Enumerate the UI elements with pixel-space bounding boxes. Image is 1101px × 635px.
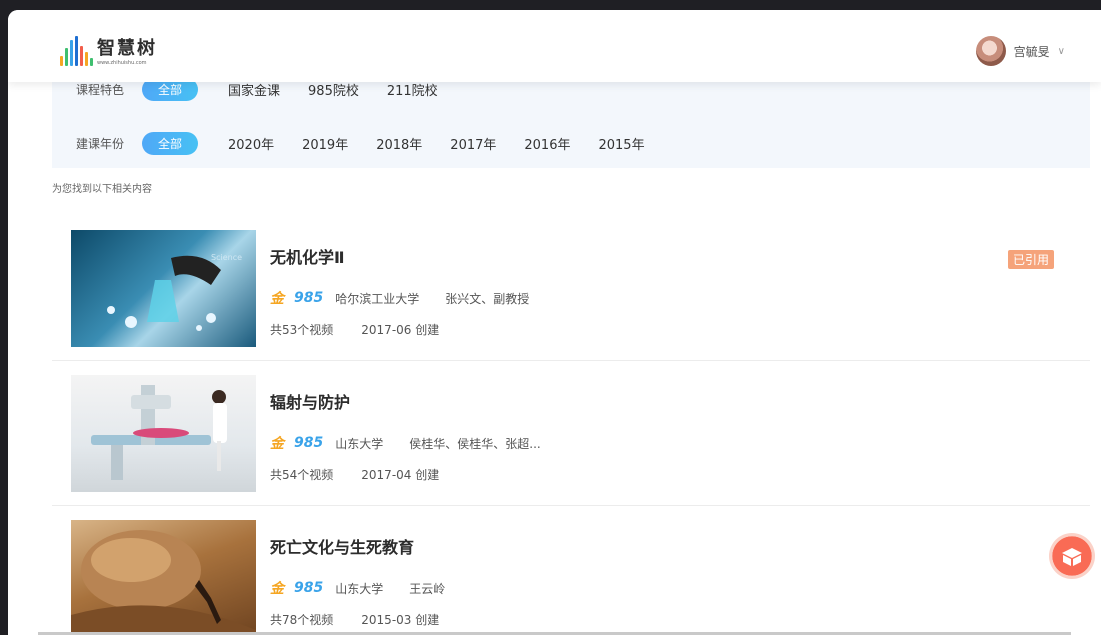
course-title[interactable]: 死亡文化与生死教育 bbox=[270, 534, 414, 558]
teacher-names: 侯桂华、侯桂华、张超... bbox=[409, 436, 541, 451]
course-stats: 共53个视频 2017-06 创建 bbox=[270, 321, 439, 338]
filter-option[interactable]: 2019年 bbox=[302, 134, 348, 153]
cited-badge: 已引用 bbox=[1007, 250, 1054, 269]
filter-option[interactable]: 985院校 bbox=[308, 80, 359, 99]
school-name: 山东大学 bbox=[335, 581, 384, 596]
985-badge: 985 bbox=[294, 435, 324, 451]
course-item[interactable]: 辐射与防护 金 985 山东大学 侯桂华、侯桂华、张超... 共54个视频 20… bbox=[52, 360, 1090, 506]
user-menu[interactable]: 宫毓旻 ∨ bbox=[975, 36, 1065, 66]
filter-all-button[interactable]: 全部 bbox=[142, 132, 199, 155]
filter-option[interactable]: 2015年 bbox=[598, 134, 644, 153]
filter-option[interactable]: 211院校 bbox=[387, 80, 438, 99]
svg-text:Science: Science bbox=[211, 253, 242, 262]
video-count: 共53个视频 bbox=[270, 323, 334, 337]
school-name: 哈尔滨工业大学 bbox=[335, 291, 420, 306]
gold-course-icon: 金 bbox=[270, 436, 284, 452]
course-title[interactable]: 辐射与防护 bbox=[270, 389, 350, 413]
gold-course-icon: 金 bbox=[270, 291, 284, 307]
video-count: 共54个视频 bbox=[270, 468, 334, 482]
course-title[interactable]: 无机化学Ⅱ bbox=[270, 244, 345, 268]
filter-option[interactable]: 2018年 bbox=[376, 134, 422, 153]
course-thumbnail[interactable] bbox=[71, 520, 256, 635]
course-meta: 金 985 山东大学 王云岭 bbox=[270, 578, 445, 598]
course-stats: 共54个视频 2017-04 创建 bbox=[270, 466, 439, 483]
browser-frame: 智慧树 www.zhihuishu.com 宫毓旻 ∨ 课程特色 全部 国家金课… bbox=[8, 10, 1101, 635]
created-date: 2015-03 创建 bbox=[361, 613, 440, 627]
985-badge: 985 bbox=[294, 580, 324, 596]
teacher-names: 王云岭 bbox=[409, 581, 446, 596]
filter-label: 课程特色 bbox=[76, 83, 125, 97]
logo-text: 智慧树 bbox=[97, 38, 157, 59]
created-date: 2017-04 创建 bbox=[361, 468, 440, 482]
filter-option[interactable]: 2016年 bbox=[524, 134, 570, 153]
gold-course-icon: 金 bbox=[270, 581, 284, 597]
filter-option[interactable]: 2017年 bbox=[450, 134, 496, 153]
course-stats: 共78个视频 2015-03 创建 bbox=[270, 611, 439, 628]
course-meta: 金 985 哈尔滨工业大学 张兴文、副教授 bbox=[270, 288, 529, 308]
course-meta: 金 985 山东大学 侯桂华、侯桂华、张超... bbox=[270, 433, 541, 453]
username[interactable]: 宫毓旻 bbox=[1014, 43, 1050, 60]
logo-url: www.zhihuishu.com bbox=[97, 60, 147, 66]
985-badge: 985 bbox=[294, 290, 324, 306]
teacher-names: 张兴文、副教授 bbox=[445, 291, 530, 306]
course-thumbnail[interactable]: Science bbox=[71, 230, 256, 347]
chevron-down-icon[interactable]: ∨ bbox=[1058, 46, 1065, 57]
logo[interactable]: 智慧树 www.zhihuishu.com bbox=[60, 32, 157, 66]
filter-option[interactable]: 2020年 bbox=[228, 134, 274, 153]
course-item[interactable]: Science 无机化学Ⅱ 金 985 哈尔滨工业大学 张兴文、副教授 共53个… bbox=[52, 215, 1090, 361]
filter-row-year: 建课年份 全部 2020年 2019年 2018年 2017年 2016年 20… bbox=[76, 132, 659, 155]
results-count-text: 为您找到以下相关内容 bbox=[52, 184, 152, 195]
filter-panel: 课程特色 全部 国家金课 985院校 211院校 建课年份 全部 2020年 2… bbox=[52, 70, 1090, 168]
top-header: 智慧树 www.zhihuishu.com 宫毓旻 ∨ bbox=[8, 10, 1101, 82]
logo-bars-icon bbox=[60, 36, 93, 66]
created-date: 2017-06 创建 bbox=[361, 323, 440, 337]
video-count: 共78个视频 bbox=[270, 613, 334, 627]
school-name: 山东大学 bbox=[335, 436, 384, 451]
avatar[interactable] bbox=[975, 36, 1006, 66]
filter-label: 建课年份 bbox=[76, 137, 125, 151]
gift-box-icon[interactable] bbox=[1049, 533, 1095, 579]
filter-option[interactable]: 国家金课 bbox=[228, 80, 280, 99]
course-item[interactable]: 死亡文化与生死教育 金 985 山东大学 王云岭 共78个视频 2015-03 … bbox=[52, 505, 1090, 635]
course-thumbnail[interactable] bbox=[71, 375, 256, 492]
